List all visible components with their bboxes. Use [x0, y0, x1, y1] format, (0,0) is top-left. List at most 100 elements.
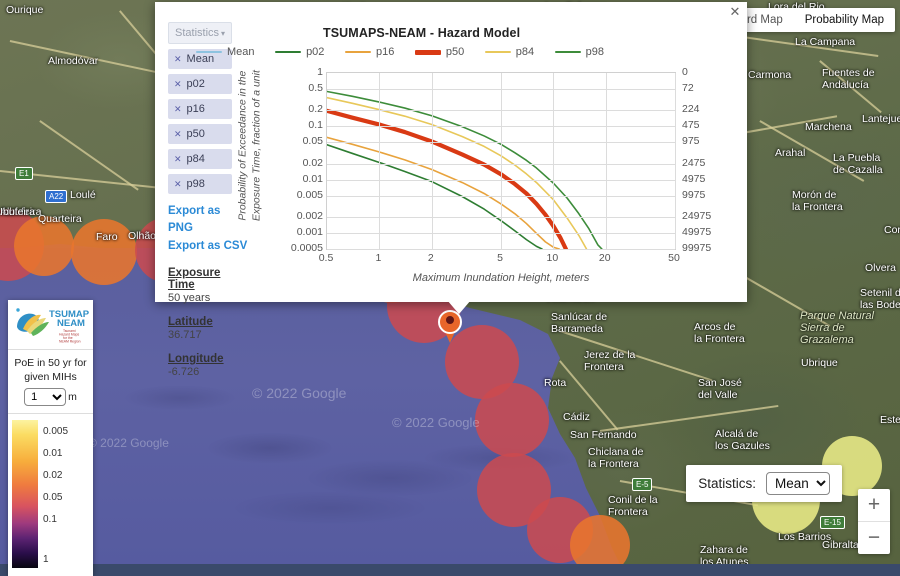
chart-gridline-vertical: [675, 73, 676, 249]
chart-legend-swatch: [196, 50, 222, 54]
remove-series-icon[interactable]: ✕: [174, 129, 182, 140]
mih-selector-row: 0.10.512510 m: [8, 386, 93, 415]
chart-y2-tick: 72: [682, 82, 694, 95]
statistics-dropdown-button[interactable]: Statistics ▾: [168, 22, 232, 44]
chart-y2-tick: 975: [682, 135, 700, 148]
marker-center-dot: [446, 316, 454, 324]
highway-shield: E-5: [632, 478, 653, 491]
colorbar-wrapper: 0.005 0.01 0.02 0.05 0.1 1: [8, 414, 93, 576]
chart-x-tick: 0.5: [318, 252, 334, 264]
highway-shield: E-15: [820, 516, 845, 529]
chart-legend-label: p50: [445, 46, 465, 58]
chart-legend-label: p98: [585, 46, 604, 58]
chart-gridline-horizontal: [327, 126, 675, 128]
remove-series-icon[interactable]: ✕: [174, 79, 182, 90]
chart-legend-item[interactable]: p02: [275, 46, 324, 58]
zoom-out-button[interactable]: −: [858, 522, 890, 554]
info-field-key: Latitude: [168, 315, 213, 328]
chart-y2-tick: 224: [682, 103, 700, 116]
chart-legend-swatch: [344, 50, 371, 54]
series-tag-label: p98: [186, 178, 205, 190]
map-zoom-controls[interactable]: + −: [858, 489, 890, 554]
chart-y2-tick: 0: [682, 66, 688, 78]
selected-location-marker[interactable]: [438, 310, 462, 346]
chart-x-tick: 2: [427, 252, 434, 264]
chart-gridline-horizontal: [327, 163, 675, 165]
statistics-select[interactable]: Meanp02p16p50p84p98: [766, 472, 830, 495]
chart-gridline-horizontal: [327, 232, 675, 234]
colorbar-tick: 0.005: [43, 426, 69, 438]
chart-y-axis-labels: 1 0.5 0.2 0.1 0.05 0.02 0.01 0.005 0.002 0.001 0.0…: [273, 64, 323, 258]
chart-series-line: [326, 90, 603, 250]
chart-x-tick: 50: [668, 252, 680, 264]
chart-y2-tick: 24975: [682, 209, 712, 222]
colorbar-tick: 0.1: [43, 514, 57, 526]
chart-y-tick: 0.05: [302, 135, 323, 148]
remove-series-icon[interactable]: ✕: [174, 154, 182, 165]
chart-legend-item[interactable]: p50: [414, 46, 465, 58]
hazard-circle[interactable]: [14, 216, 74, 276]
chart-gridline-horizontal: [327, 110, 675, 112]
info-field-value: -6.726: [168, 365, 200, 378]
colorbar-tick-labels: 0.005 0.01 0.02 0.05 0.1 1: [43, 420, 81, 568]
colorbar-tick: 0.05: [43, 492, 63, 504]
chart-y2-tick: 49975: [682, 225, 712, 238]
chart-gridline-vertical: [431, 73, 433, 249]
series-tag-label: p16: [186, 103, 205, 115]
zoom-in-button[interactable]: +: [858, 489, 890, 522]
info-field-value: 50 years: [168, 291, 211, 304]
statistics-bar: Statistics: Meanp02p16p50p84p98: [686, 465, 842, 502]
chart-y-tick: 0.001: [296, 225, 323, 238]
highway-shield: A22: [45, 190, 68, 203]
chart-y-tick: 1: [317, 66, 323, 78]
chart-y-tick: 0.005: [296, 188, 323, 201]
map-legend-panel: TSUMAPS NEAM Tsunami Hazard Maps for the…: [8, 300, 93, 576]
statistics-label: Statistics:: [698, 476, 756, 491]
series-tag-label: p50: [186, 128, 205, 140]
chart-x-tick: 10: [546, 252, 559, 264]
svg-text:NEAM Region: NEAM Region: [59, 340, 81, 344]
chart-legend-label: p16: [375, 46, 395, 58]
chart-y-axis-title-line2: Exposure Time, fraction of a unit: [250, 70, 262, 222]
info-field: Latitude 36.717: [168, 316, 248, 341]
chart-x-tick: 5: [497, 252, 503, 264]
series-tag-label: p84: [186, 153, 205, 165]
mih-select[interactable]: 0.10.512510: [24, 388, 67, 407]
hazard-circle[interactable]: [71, 219, 137, 285]
statistics-dropdown-label: Statistics: [175, 27, 220, 39]
chart-legend-item[interactable]: p98: [554, 46, 604, 58]
colorbar-tick: 0.01: [43, 448, 63, 460]
chart-y-tick: 0.02: [302, 156, 323, 169]
chart-gridline-horizontal: [327, 249, 675, 250]
chart-gridline-horizontal: [327, 195, 675, 197]
legend-caption-line2: given MIHs: [24, 371, 77, 384]
chart-y-tick: 0.2: [308, 103, 323, 116]
hazard-circle[interactable]: [475, 383, 549, 457]
series-tag[interactable]: ✕ p84: [168, 149, 232, 169]
chart-y-axis-title: Probability of Exceedance in the Exposur…: [236, 46, 263, 246]
remove-series-icon[interactable]: ✕: [174, 104, 182, 115]
series-tag[interactable]: ✕ p02: [168, 74, 232, 94]
series-tag[interactable]: ✕ p50: [168, 124, 232, 144]
chart-gridline-horizontal: [327, 216, 675, 218]
series-tag-label: p02: [186, 78, 205, 90]
series-tag[interactable]: ✕ p16: [168, 99, 232, 119]
chart-legend-item[interactable]: p16: [344, 46, 395, 58]
chart-x-axis-labels: 0.5 1 2 5 10 20 50: [295, 252, 715, 270]
series-tag[interactable]: ✕ p98: [168, 174, 232, 194]
remove-series-icon[interactable]: ✕: [174, 179, 182, 190]
chart-gridline-horizontal: [327, 89, 675, 91]
chart-x-tick: 1: [375, 252, 382, 264]
chart-gridline-vertical: [501, 73, 502, 249]
logo-icon: TSUMAPS NEAM Tsunami Hazard Maps for the…: [15, 308, 89, 344]
chart-x-axis-title: Maximum Inundation Height, meters: [412, 272, 590, 284]
chart-y2-tick: 9975: [682, 188, 706, 201]
chart-legend-swatch: [484, 50, 511, 54]
info-field-value: 36.717: [168, 328, 202, 341]
chart-x-tick: 20: [598, 252, 611, 264]
close-icon[interactable]: ✕: [728, 5, 742, 19]
chevron-down-icon: ▾: [220, 28, 225, 38]
chart-legend-item[interactable]: p84: [484, 46, 534, 58]
map-type-probability[interactable]: Probability Map: [794, 8, 895, 32]
colorbar-tick: 0.02: [43, 470, 63, 482]
